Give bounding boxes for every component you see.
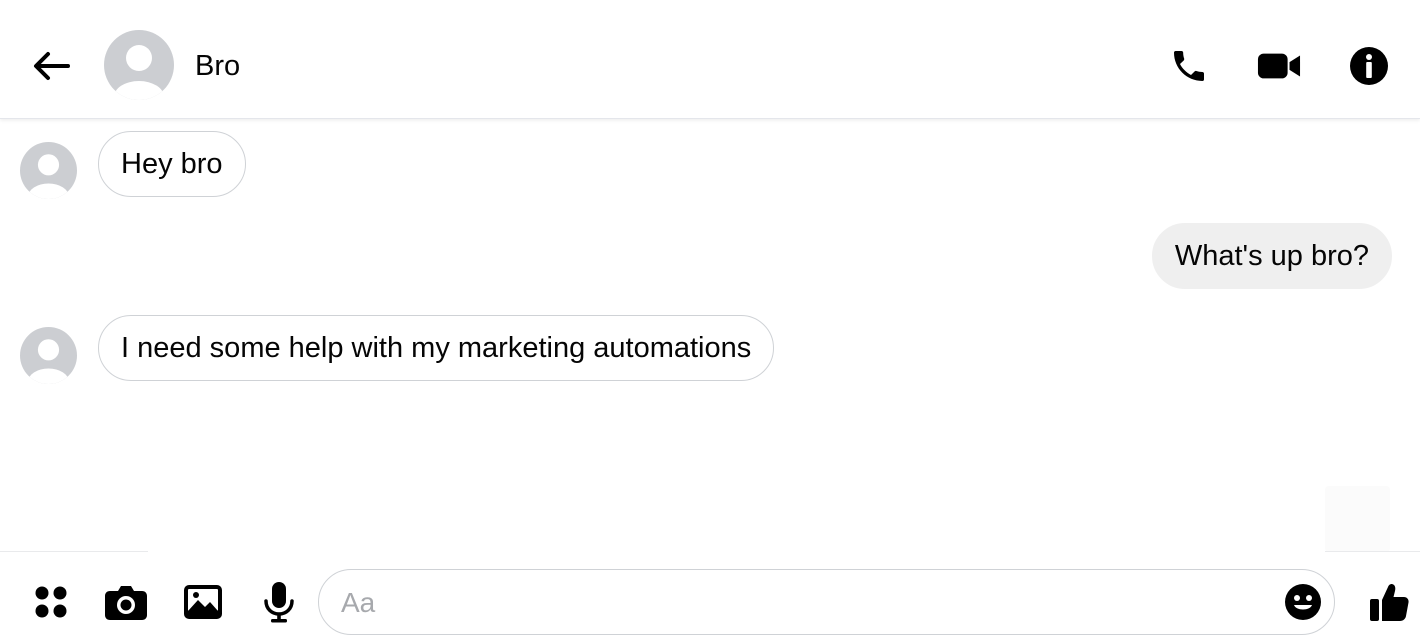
thumbs-up-icon xyxy=(1370,583,1409,621)
message-composer xyxy=(0,549,1420,639)
arrow-left-icon xyxy=(34,52,70,80)
contact-name[interactable]: Bro xyxy=(195,48,240,84)
photo-gallery-button[interactable] xyxy=(181,580,225,624)
messenger-chat-screen: Bro Hey bro What's up bro? I need some h… xyxy=(0,0,1420,639)
phone-icon xyxy=(1174,51,1204,81)
call-button[interactable] xyxy=(1167,44,1211,88)
like-button[interactable] xyxy=(1366,579,1412,625)
camera-button[interactable] xyxy=(104,580,148,624)
conversation-info-button[interactable] xyxy=(1347,44,1391,88)
smiley-icon xyxy=(1285,584,1321,620)
message-input-container[interactable] xyxy=(318,569,1335,635)
microphone-icon xyxy=(264,582,294,623)
contact-avatar[interactable] xyxy=(104,30,174,100)
four-dots-icon xyxy=(35,586,67,618)
message-bubble-incoming[interactable]: I need some help with my marketing autom… xyxy=(98,315,775,381)
video-camera-icon xyxy=(1257,53,1301,79)
camera-icon xyxy=(105,586,147,620)
back-button[interactable] xyxy=(30,45,74,87)
scroll-hint-placeholder xyxy=(1325,486,1390,552)
default-user-icon xyxy=(104,30,174,100)
message-thread[interactable]: Hey bro What's up bro? I need some help … xyxy=(0,119,1420,552)
sender-avatar[interactable] xyxy=(20,142,77,199)
info-icon xyxy=(1350,47,1388,85)
emoji-button[interactable] xyxy=(1282,581,1324,623)
default-user-icon xyxy=(20,142,77,199)
chat-header: Bro xyxy=(0,0,1420,119)
image-icon xyxy=(184,585,222,619)
composer-divider-gap xyxy=(148,549,1325,554)
message-bubble-outgoing[interactable]: What's up bro? xyxy=(1151,223,1392,289)
voice-message-button[interactable] xyxy=(257,580,301,624)
more-actions-button[interactable] xyxy=(29,580,73,624)
default-user-icon xyxy=(20,327,77,384)
video-call-button[interactable] xyxy=(1257,44,1301,88)
message-input[interactable] xyxy=(339,570,1273,635)
sender-avatar[interactable] xyxy=(20,327,77,384)
message-bubble-incoming[interactable]: Hey bro xyxy=(98,131,246,197)
